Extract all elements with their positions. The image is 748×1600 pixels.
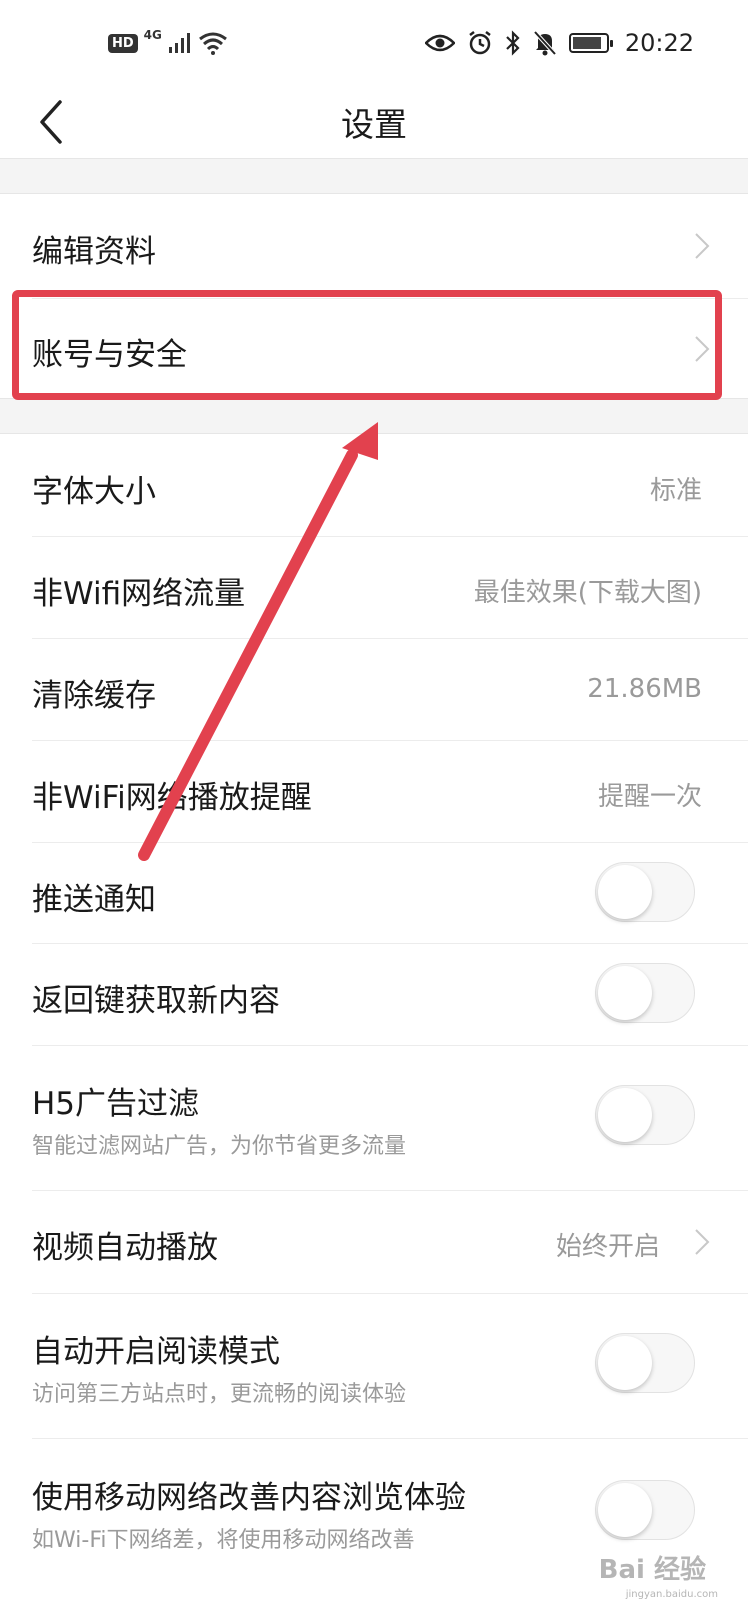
section-gap (0, 398, 748, 434)
settings-item-clear-cache[interactable]: 清除缓存 21.86MB (0, 638, 748, 740)
status-right: 20:22 (424, 26, 694, 60)
item-value: 提醒一次 (597, 782, 702, 812)
settings-item-push-notifications: 推送通知 (0, 842, 748, 943)
item-label: 返回键获取新内容 (32, 983, 280, 1019)
item-subtitle: 智能过滤网站广告，为你节省更多流量 (32, 1134, 407, 1159)
item-subtitle: 如Wi-Fi下网络差，将使用移动网络改善 (32, 1528, 415, 1553)
status-bar: HD 4G 20:22 (0, 0, 748, 84)
settings-item-non-wifi-traffic[interactable]: 非Wifi网络流量 最佳效果(下载大图) (0, 536, 748, 638)
mute-bell-icon (533, 30, 557, 56)
settings-item-reading-mode: 自动开启阅读模式 访问第三方站点时，更流畅的阅读体验 (0, 1293, 748, 1438)
back-refresh-toggle[interactable] (595, 963, 695, 1023)
item-value: 始终开启 (555, 1232, 660, 1262)
item-label: 账号与安全 (32, 337, 187, 373)
status-left: HD 4G (108, 28, 228, 58)
item-label: 字体大小 (32, 474, 156, 510)
item-value: 最佳效果(下载大图) (473, 578, 702, 608)
bluetooth-icon (506, 30, 520, 56)
item-value: 21.86MB (587, 674, 702, 704)
item-label: 非WiFi网络播放提醒 (32, 780, 312, 816)
watermark-logo: Bai 经验 (598, 1555, 706, 1585)
item-label: 清除缓存 (32, 678, 156, 714)
eye-icon (424, 34, 455, 52)
item-value: 标准 (649, 476, 702, 506)
chevron-right-icon (695, 336, 710, 362)
mobile-network-assist-toggle[interactable] (595, 1480, 695, 1540)
chevron-right-icon (695, 1229, 710, 1255)
network-type: 4G (143, 28, 162, 42)
clock: 20:22 (624, 29, 694, 57)
title-bar: 设置 (0, 84, 748, 158)
item-label: 使用移动网络改善内容浏览体验 (32, 1480, 466, 1516)
settings-item-back-refresh: 返回键获取新内容 (0, 943, 748, 1045)
alarm-icon (469, 31, 491, 55)
item-subtitle: 访问第三方站点时，更流畅的阅读体验 (32, 1382, 407, 1407)
h5-ad-filter-toggle[interactable] (595, 1085, 695, 1145)
signal-icon (168, 33, 190, 53)
settings-item-font-size[interactable]: 字体大小 标准 (0, 434, 748, 536)
reading-mode-toggle[interactable] (595, 1333, 695, 1393)
item-label: 自动开启阅读模式 (32, 1334, 280, 1370)
item-label: 非Wifi网络流量 (32, 576, 246, 612)
item-label: 编辑资料 (32, 234, 156, 270)
settings-item-edit-profile[interactable]: 编辑资料 (0, 194, 748, 298)
push-notification-toggle[interactable] (595, 862, 695, 922)
item-label: 视频自动播放 (32, 1230, 218, 1266)
chevron-right-icon (695, 233, 710, 259)
section-gap (0, 158, 748, 194)
page-title: 设置 (341, 105, 407, 144)
settings-item-h5-ad-filter: H5广告过滤 智能过滤网站广告，为你节省更多流量 (0, 1045, 748, 1190)
item-label: H5广告过滤 (32, 1086, 200, 1122)
settings-item-video-autoplay[interactable]: 视频自动播放 始终开启 (0, 1190, 748, 1293)
wifi-icon (198, 32, 227, 55)
settings-item-account-security[interactable]: 账号与安全 (0, 298, 748, 398)
battery-icon (568, 33, 613, 53)
hd-badge: HD (108, 33, 138, 53)
settings-item-non-wifi-playback[interactable]: 非WiFi网络播放提醒 提醒一次 (0, 740, 748, 842)
watermark-url: jingyan.baidu.com (625, 1589, 718, 1600)
item-label: 推送通知 (32, 882, 156, 918)
